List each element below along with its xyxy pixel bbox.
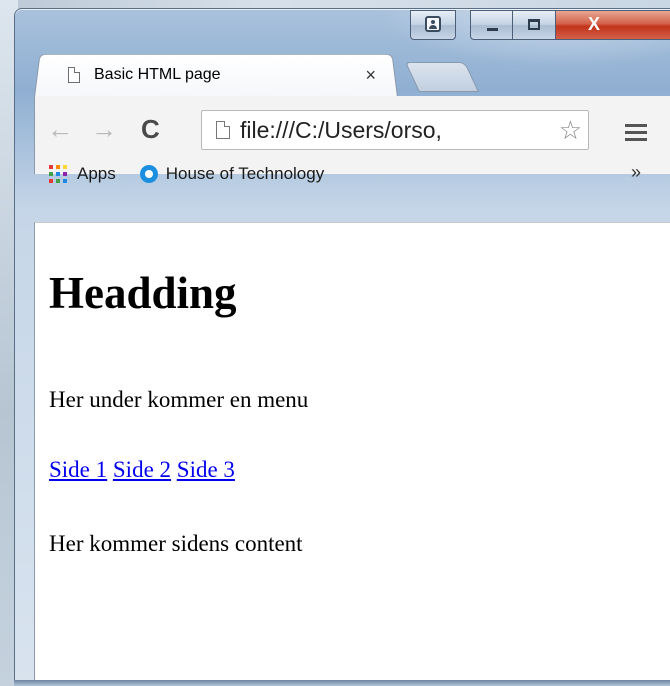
apps-dot [63, 179, 67, 183]
menu-button[interactable] [625, 124, 647, 145]
apps-dot [63, 172, 67, 176]
back-icon[interactable]: ← [47, 114, 73, 144]
menu-bar [625, 124, 647, 127]
page-icon [68, 67, 80, 83]
bookmark-star-icon[interactable]: ☆ [559, 115, 582, 146]
globe-icon [139, 165, 158, 183]
apps-dot [63, 165, 67, 169]
apps-icon[interactable] [49, 165, 69, 183]
link-side-3[interactable]: Side 3 [177, 457, 235, 482]
forward-icon[interactable]: → [91, 114, 117, 144]
maximize-button[interactable] [513, 10, 556, 40]
intro-text: Her under kommer en menu [49, 387, 309, 412]
toolbar: ← → C file:///C:/Users/orso, ☆ Apps Hous… [34, 96, 670, 183]
bookmarks-overflow-icon[interactable]: » [631, 162, 641, 183]
page-icon [216, 121, 230, 139]
menu-bar [625, 138, 647, 141]
apps-dot [56, 172, 60, 176]
tab-active-content: Basic HTML page × [60, 60, 390, 90]
tab-close-icon[interactable]: × [365, 65, 376, 86]
address-bar[interactable]: file:///C:/Users/orso, ☆ [201, 110, 589, 150]
user-icon [425, 16, 441, 32]
menu-links: Side 1 Side 2 Side 3 [49, 457, 235, 483]
minimize-icon [487, 28, 498, 31]
page-content: Headding Her under kommer en menu Side 1… [34, 222, 670, 685]
address-url[interactable]: file:///C:/Users/orso, [240, 117, 559, 144]
bookmark-house-of-technology[interactable]: House of Technology [166, 164, 324, 184]
link-side-2[interactable]: Side 2 [113, 457, 171, 482]
apps-dot [49, 165, 53, 169]
profile-button[interactable] [410, 10, 456, 40]
page-heading: Headding [49, 268, 237, 318]
apps-dot [49, 179, 53, 183]
close-window-button[interactable]: X [556, 10, 670, 40]
reload-icon[interactable]: C [141, 114, 160, 144]
window-bottom-border [14, 680, 670, 686]
bookmark-apps[interactable]: Apps [77, 164, 116, 184]
bookmarks-bar: Apps House of Technology » [35, 156, 670, 192]
content-text: Her kommer sidens content [49, 531, 303, 556]
close-icon: X [587, 14, 600, 34]
menu-bar [625, 131, 647, 134]
minimize-button[interactable] [470, 10, 513, 40]
apps-dot [56, 179, 60, 183]
apps-dot [49, 172, 53, 176]
apps-dot [56, 165, 60, 169]
link-side-1[interactable]: Side 1 [49, 457, 107, 482]
maximize-icon [528, 19, 540, 30]
tab-title: Basic HTML page [94, 66, 221, 83]
